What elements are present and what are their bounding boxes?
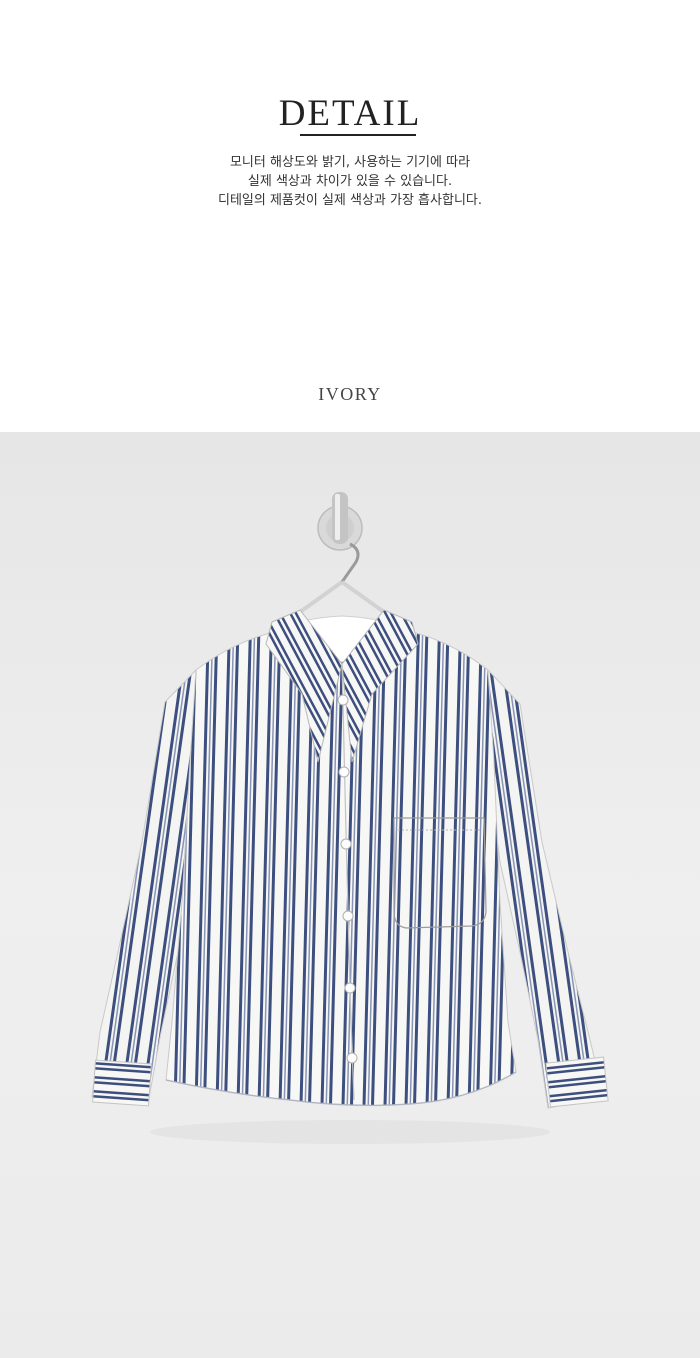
product-detail-page: DETAIL 모니터 해상도와 밝기, 사용하는 기기에 따라 실제 색상과 차… [0,0,700,1358]
title-underline [300,134,416,136]
striped-shirt-image [0,432,700,1358]
notice-line-2: 실제 색상과 차이가 있을 수 있습니다. [247,174,453,189]
product-photo [0,432,700,1358]
color-notice: 모니터 해상도와 밝기, 사용하는 기기에 따라 실제 색상과 차이가 있을 수… [0,153,700,210]
notice-line-1: 모니터 해상도와 밝기, 사용하는 기기에 따라 [229,155,471,170]
color-option-label: IVORY [318,384,382,404]
detail-title: DETAIL [278,93,422,134]
notice-line-3: 디테일의 제품컷이 실제 색상과 가장 흡사합니다. [218,193,482,208]
